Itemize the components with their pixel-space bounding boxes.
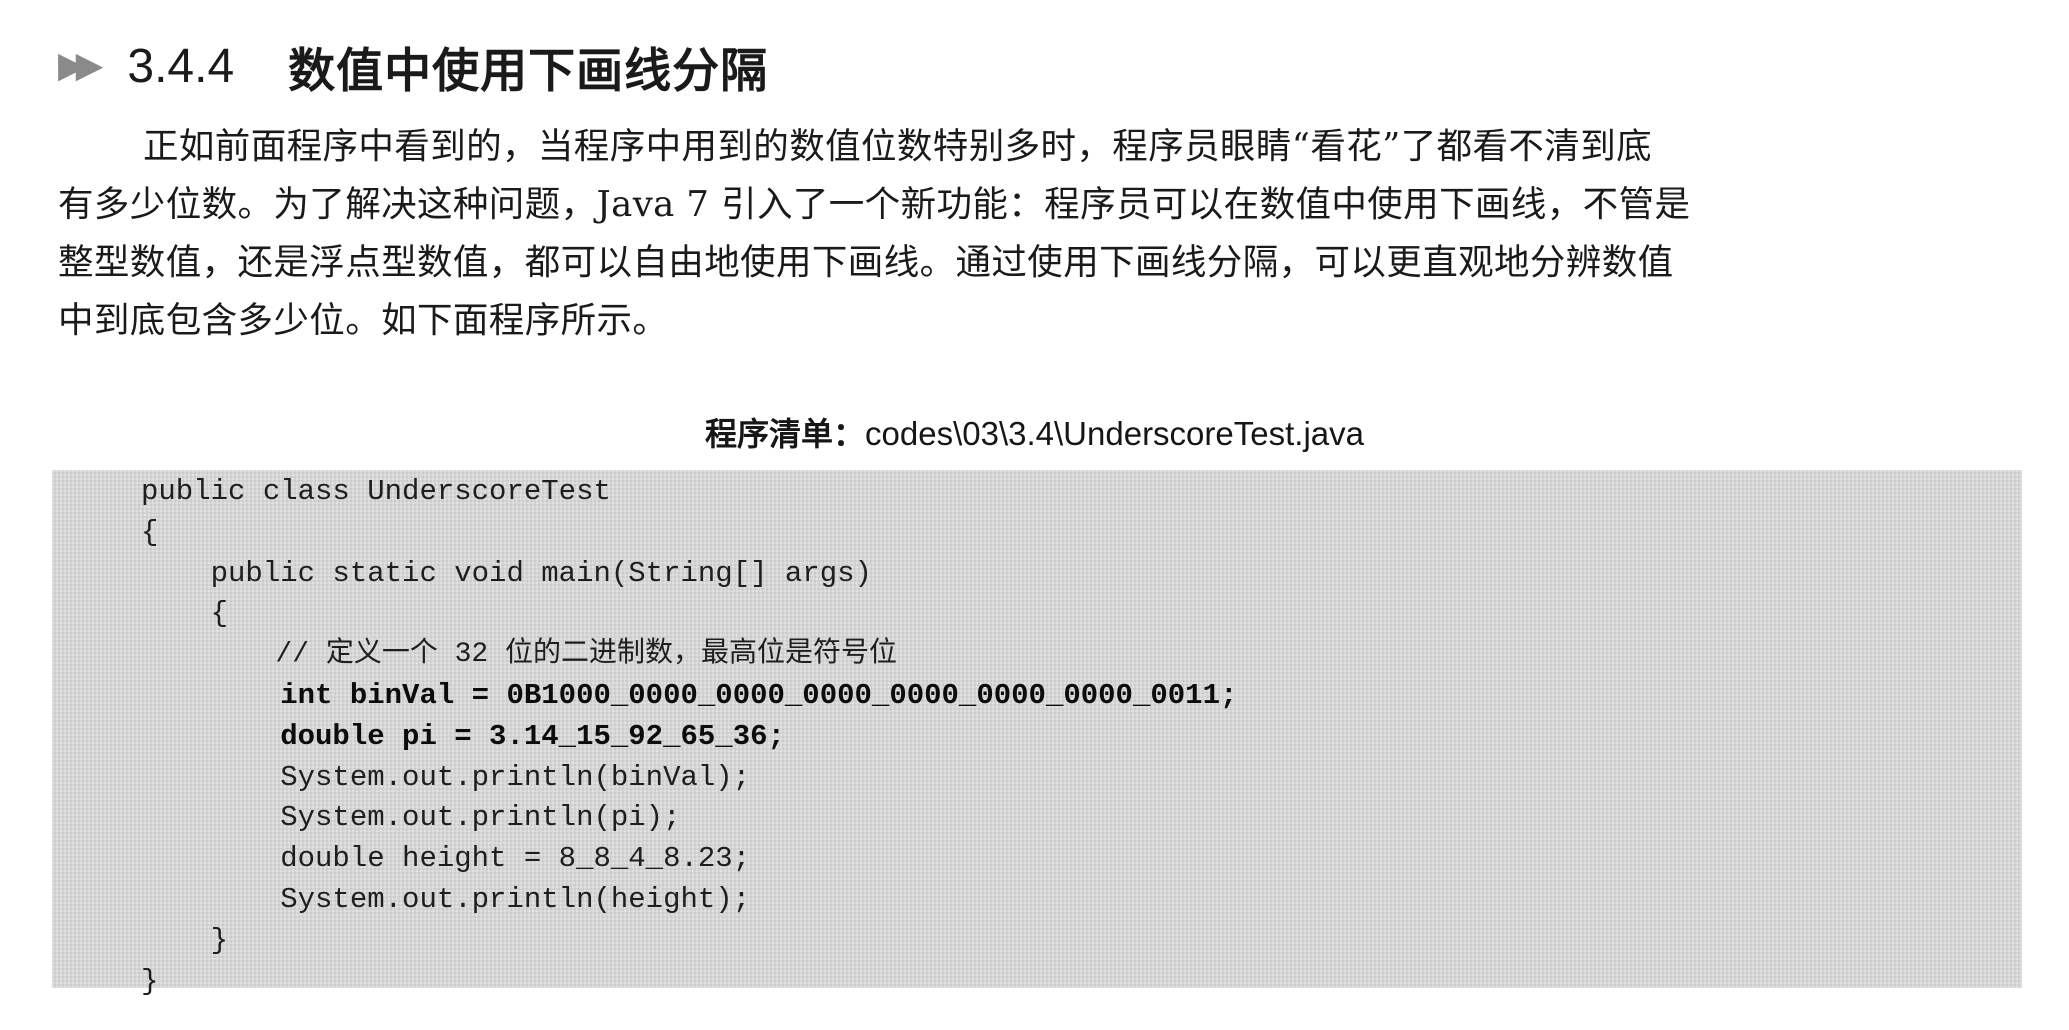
code-line: } bbox=[141, 923, 229, 957]
listing-file-path: codes\03\3.4\UnderscoreTest.java bbox=[865, 415, 1364, 452]
paragraph-line: 有多少位数。为了解决这种问题，Java 7 引入了一个新功能：程序员可以在数值中… bbox=[58, 184, 1691, 225]
listing-caption: 程序清单：codes\03\3.4\UnderscoreTest.java bbox=[0, 410, 2069, 458]
code-listing: public class UnderscoreTest { public sta… bbox=[52, 470, 2022, 998]
code-line: double height = 8_8_4_8.23; bbox=[141, 842, 751, 876]
listing-caption-label: 程序清单： bbox=[705, 415, 866, 453]
section-heading: ▶▶ 3.4.4 数值中使用下画线分隔 bbox=[58, 28, 768, 104]
section-number: 3.4.4 bbox=[127, 39, 235, 93]
code-line: } bbox=[141, 964, 159, 998]
code-line: System.out.println(binVal); bbox=[141, 760, 751, 794]
body-paragraph: 正如前面程序中看到的，当程序中用到的数值位数特别多时，程序员眼睛“看花”了都看不… bbox=[58, 118, 2018, 350]
code-lines: public class UnderscoreTest { public sta… bbox=[141, 472, 1237, 1002]
code-line: public class UnderscoreTest bbox=[141, 475, 611, 508]
code-comment-line: // 定义一个 32 位的二进制数，最高位是符号位 bbox=[141, 639, 898, 671]
code-line: public static void main(String[] args) bbox=[141, 556, 872, 590]
code-line: System.out.println(height); bbox=[141, 882, 751, 916]
paragraph-line: 整型数值，还是浮点型数值，都可以自由地使用下画线。通过使用下画线分隔，可以更直观… bbox=[58, 242, 1674, 283]
code-line: { bbox=[141, 597, 229, 631]
code-line: { bbox=[141, 515, 159, 549]
paragraph-line: 中到底包含多少位。如下面程序所示。 bbox=[58, 300, 669, 341]
code-line: System.out.println(pi); bbox=[141, 801, 681, 835]
code-line-highlighted: double pi = 3.14_15_92_65_36; bbox=[141, 719, 785, 753]
paragraph-line: 正如前面程序中看到的，当程序中用到的数值位数特别多时，程序员眼睛“看花”了都看不… bbox=[143, 126, 1652, 167]
double-arrow-icon: ▶▶ bbox=[58, 45, 103, 86]
section-title: 数值中使用下画线分隔 bbox=[288, 43, 769, 99]
code-line-highlighted: int binVal = 0B1000_0000_0000_0000_0000_… bbox=[141, 678, 1238, 712]
